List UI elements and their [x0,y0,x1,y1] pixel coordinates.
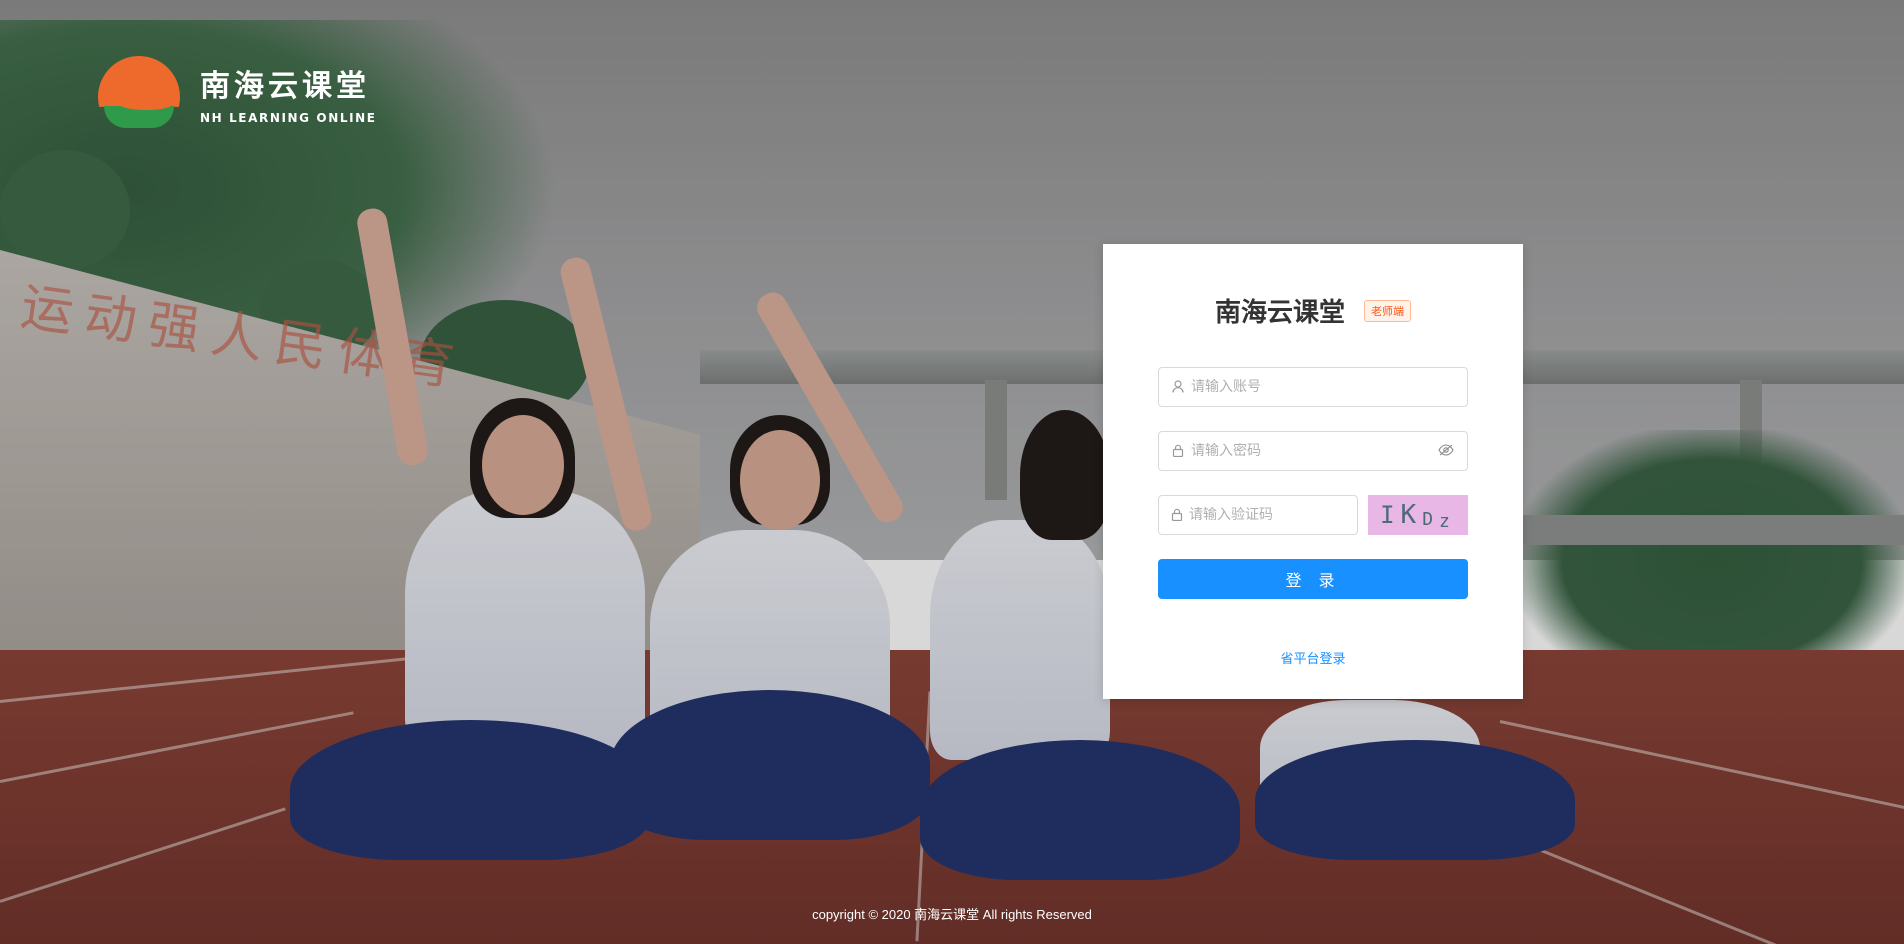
brand-name-en: NH LEARNING ONLINE [200,111,377,125]
eye-invisible-icon[interactable] [1437,444,1455,458]
captcha-char: K [1400,500,1423,530]
user-icon [1171,380,1185,394]
copyright-footer: copyright © 2020 南海云课堂 All rights Reserv… [812,907,1092,922]
lock-icon [1171,508,1183,522]
login-button[interactable]: 登 录 [1158,559,1468,599]
background-photo: 运动强人民体育 [0,0,1904,944]
captcha-field[interactable] [1158,495,1363,535]
login-title: 南海云课堂 老师端 [1103,292,1523,329]
logo-icon [98,56,180,138]
captcha-image[interactable]: IKDz [1368,495,1468,535]
captcha-char: D [1422,508,1440,530]
captcha-char: I [1380,501,1401,529]
province-login-link[interactable]: 省平台登录 [1103,648,1523,667]
lock-icon [1171,444,1185,458]
captcha-input[interactable] [1189,507,1363,523]
background-overlay [0,0,1904,944]
role-badge: 老师端 [1364,299,1412,322]
brand-name-cn: 南海云课堂 [200,69,370,104]
account-input[interactable] [1191,379,1467,395]
account-field[interactable] [1158,367,1468,407]
password-field[interactable] [1158,431,1468,471]
login-card: 南海云课堂 老师端 IKDz 登 录 省平台登录 [1103,244,1523,699]
logo-text: 南海云课堂 NH LEARNING ONLINE [200,69,377,125]
password-input[interactable] [1191,443,1437,459]
brand-logo: 南海云课堂 NH LEARNING ONLINE [98,56,377,138]
captcha-char: z [1439,510,1456,532]
login-title-text: 南海云课堂 [1214,298,1345,328]
